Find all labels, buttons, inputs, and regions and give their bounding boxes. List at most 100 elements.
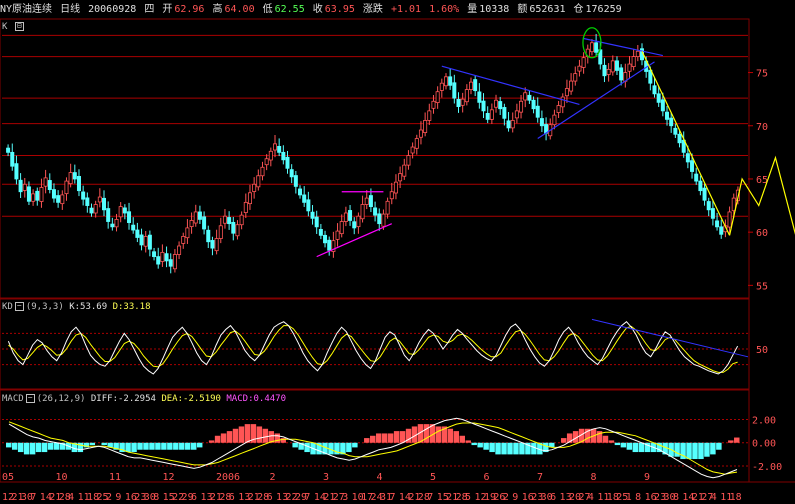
x-day-label: 4 [711, 492, 717, 503]
macd-bar-negative [519, 442, 525, 455]
candle-up [268, 150, 273, 161]
x-day-label: 6 [550, 492, 556, 503]
x-day-label: 18 [730, 492, 742, 503]
candle-down [56, 195, 61, 203]
macd-bar-positive [435, 426, 442, 443]
candle-down [231, 221, 236, 234]
macd-bar-positive [602, 435, 609, 443]
x-day-label: 2 [503, 492, 509, 503]
candle-up [389, 191, 394, 200]
macd-bar-negative [501, 442, 507, 455]
macd-bar-positive [423, 424, 430, 443]
candle-up [239, 214, 244, 226]
x-month-label: 7 [537, 472, 543, 483]
candle-down [448, 76, 453, 86]
candle-down [139, 234, 144, 246]
kd-panel-label: KD − (9,3,3) K:53.69 D:33.18 [2, 302, 151, 313]
candle-up [235, 224, 240, 237]
candle-up [610, 60, 615, 73]
collapse-macd-button[interactable]: − [25, 394, 35, 403]
macd-bar-negative [83, 442, 90, 448]
macd-bar-negative [155, 442, 161, 450]
macd-bar-negative [131, 442, 137, 453]
candle-up [385, 200, 390, 215]
macd-bar-negative [47, 442, 54, 450]
chart-canvas[interactable]: 7570656055502.000.00-2.0005 10 11 12 2006 2 3 4… [0, 0, 795, 504]
macd-bar-negative [125, 442, 131, 453]
candle-down [152, 251, 157, 258]
candle-up [510, 120, 515, 129]
candle-up [489, 109, 494, 120]
macd-bar-positive [274, 433, 281, 443]
x-day-label: 9 [115, 492, 121, 503]
macd-bar-negative [185, 442, 191, 450]
candle-down [285, 156, 290, 169]
candle-down [614, 60, 619, 71]
x-month-label: 2 [270, 472, 276, 483]
candle-up [406, 155, 411, 166]
collapse-k-button[interactable]: ⊟ [14, 22, 24, 31]
macd-bar-positive [232, 428, 239, 443]
candle-up [39, 187, 44, 202]
collapse-kd-button[interactable]: − [14, 302, 24, 311]
candle-down [156, 256, 161, 265]
macd-macd-label: MACD: [226, 394, 254, 404]
macd-bar-negative [483, 442, 489, 450]
macd-bar-negative [614, 442, 621, 446]
candle-down [51, 189, 56, 199]
candle-up [635, 50, 640, 57]
candle-down [323, 234, 328, 244]
trendline-blue-lower [537, 61, 655, 140]
candle-down [498, 101, 503, 110]
candle-up [556, 105, 561, 113]
macd-diff-value: -2.2954 [117, 394, 156, 404]
candle-down [318, 228, 323, 236]
candle-up [514, 110, 519, 119]
candle-up [364, 197, 369, 205]
macd-bar-negative [716, 442, 722, 450]
macd-bar-negative [11, 442, 18, 450]
kd-title: KD [2, 302, 13, 312]
candle-up [581, 57, 586, 68]
candle-up [222, 215, 227, 224]
macd-bar-negative [352, 442, 358, 448]
macd-bar-negative [292, 442, 298, 448]
x-day-label: 2 [106, 492, 112, 503]
x-month-label: 4 [377, 472, 383, 483]
macd-bar-positive [370, 435, 376, 443]
candle-up [381, 213, 386, 227]
candle-up [247, 192, 252, 205]
macd-bar-negative [304, 442, 310, 453]
macd-bar-negative [101, 442, 107, 446]
candle-down [298, 188, 303, 196]
candle-up [93, 204, 98, 214]
candle-down [352, 221, 357, 229]
candle-down [147, 234, 152, 250]
macd-bar-negative [173, 442, 179, 450]
candle-up [256, 175, 261, 188]
macd-bar-negative [704, 442, 710, 457]
candle-up [577, 65, 582, 72]
macd-bar-negative [489, 442, 495, 453]
x-day-label: 7 [304, 492, 310, 503]
candle-down [106, 208, 111, 222]
candle-down [310, 211, 315, 219]
x-day-label: 7 [427, 492, 433, 503]
candle-down [227, 217, 232, 225]
macd-bar-negative [143, 442, 149, 450]
candle-up [189, 220, 194, 228]
macd-bar-negative [692, 442, 698, 460]
x-month-label: 6 [484, 472, 490, 483]
candle-up [260, 166, 265, 177]
macd-bar-negative [35, 442, 42, 453]
macd-bar-positive [256, 426, 263, 443]
candle-up [60, 194, 65, 205]
k-y-tick-label: 55 [756, 281, 768, 292]
k-y-tick-label: 60 [756, 228, 768, 239]
candle-down [456, 98, 461, 108]
k-y-tick-label: 70 [756, 122, 768, 133]
candle-up [727, 211, 732, 228]
x-month-label: 5 [430, 472, 436, 483]
macd-dea-value: -2.5190 [183, 394, 221, 404]
macd-title: MACD [2, 394, 24, 404]
